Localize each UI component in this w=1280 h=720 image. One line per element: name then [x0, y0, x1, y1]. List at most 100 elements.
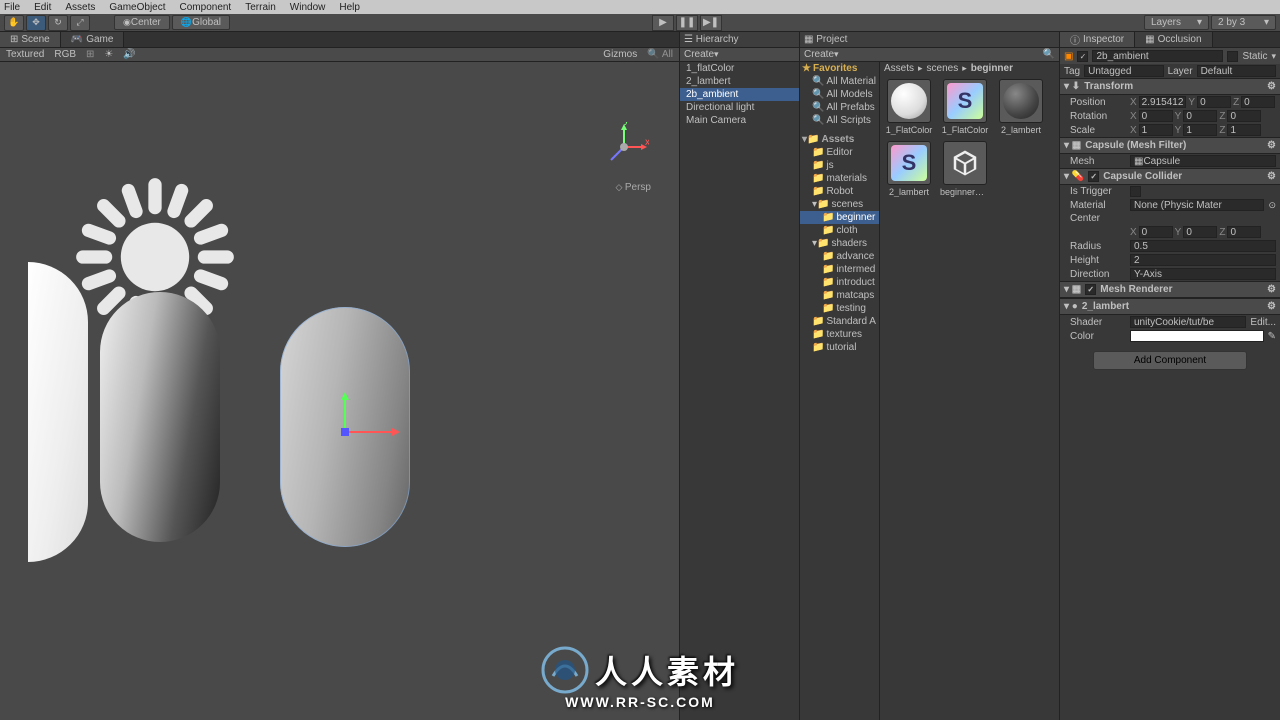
- menu-help[interactable]: Help: [339, 2, 360, 13]
- tool-scale[interactable]: ⤢: [70, 15, 90, 31]
- material-header[interactable]: ▾ ● 2_lambert⚙: [1060, 298, 1280, 315]
- hierarchy-item[interactable]: Directional light: [680, 101, 799, 114]
- height-field[interactable]: 2: [1130, 254, 1276, 266]
- hierarchy-item-selected[interactable]: 2b_ambient: [680, 88, 799, 101]
- direction-dropdown[interactable]: Y-Axis: [1130, 268, 1276, 280]
- menu-gameobject[interactable]: GameObject: [109, 2, 165, 13]
- is-trigger-checkbox[interactable]: [1130, 186, 1141, 197]
- project-create[interactable]: Create: [804, 49, 834, 60]
- pivot-toggle[interactable]: ◉ Center: [114, 15, 170, 30]
- folder-item[interactable]: 📁Standard A: [800, 315, 879, 328]
- tag-dropdown[interactable]: Untagged: [1084, 65, 1163, 77]
- hierarchy-item[interactable]: Main Camera: [680, 114, 799, 127]
- tool-hand[interactable]: ✋: [4, 15, 24, 31]
- tab-occlusion[interactable]: ▦ Occlusion: [1135, 32, 1212, 47]
- renderer-enabled[interactable]: ✓: [1085, 284, 1096, 295]
- folder-item-selected[interactable]: 📁beginner: [800, 211, 879, 224]
- renderer-header[interactable]: ▾ ▦ ✓ Mesh Renderer⚙: [1060, 281, 1280, 298]
- audio-toggle[interactable]: 🔊: [123, 49, 135, 60]
- folder-item[interactable]: 📁testing: [800, 302, 879, 315]
- tool-move[interactable]: ✥: [26, 15, 46, 31]
- menu-edit[interactable]: Edit: [34, 2, 51, 13]
- light-toggle[interactable]: ☀: [104, 49, 113, 60]
- collider-header[interactable]: ▾ 💊 ✓ Capsule Collider⚙: [1060, 168, 1280, 185]
- capsule-object-1[interactable]: [28, 262, 88, 562]
- play-button[interactable]: ▶: [652, 15, 674, 31]
- fav-item[interactable]: 🔍All Models: [800, 88, 879, 101]
- color-swatch[interactable]: [1130, 330, 1264, 342]
- mesh-field[interactable]: ▦ Capsule: [1130, 155, 1276, 167]
- scl-z[interactable]: 1: [1227, 124, 1261, 136]
- render-mode[interactable]: RGB: [54, 49, 76, 60]
- folder-item[interactable]: 📁textures: [800, 328, 879, 341]
- folder-item[interactable]: 📁Editor: [800, 146, 879, 159]
- folder-item[interactable]: 📁intermed: [800, 263, 879, 276]
- gear-icon[interactable]: ⚙: [1267, 81, 1276, 92]
- rot-x[interactable]: 0: [1139, 110, 1173, 122]
- edit-button[interactable]: Edit...: [1250, 317, 1276, 328]
- folder-item[interactable]: 📁advance: [800, 250, 879, 263]
- shader-dropdown[interactable]: unityCookie/tut/be: [1130, 316, 1246, 328]
- folder-item[interactable]: 📁matcaps: [800, 289, 879, 302]
- scene-viewport[interactable]: y x ◇ Persp: [0, 62, 679, 720]
- center-y[interactable]: 0: [1183, 226, 1217, 238]
- radius-field[interactable]: 0.5: [1130, 240, 1276, 252]
- layer-dropdown[interactable]: Default: [1197, 65, 1276, 77]
- capsule-object-2[interactable]: [100, 292, 220, 542]
- tool-rotate[interactable]: ↻: [48, 15, 68, 31]
- folder-item[interactable]: ▾📁scenes: [800, 198, 879, 211]
- menu-window[interactable]: Window: [290, 2, 326, 13]
- folder-item[interactable]: 📁tutorial: [800, 341, 879, 354]
- fav-item[interactable]: 🔍All Material: [800, 75, 879, 88]
- pos-x[interactable]: 2.915412: [1139, 96, 1187, 108]
- favorites-header[interactable]: ★ Favorites: [800, 62, 879, 75]
- add-component-button[interactable]: Add Component: [1093, 351, 1247, 370]
- gear-icon[interactable]: ⚙: [1267, 301, 1276, 312]
- pause-button[interactable]: ❚❚: [676, 15, 698, 31]
- fav-item[interactable]: 🔍All Scripts: [800, 114, 879, 127]
- layout-dropdown[interactable]: 2 by 3▾: [1211, 15, 1276, 30]
- orientation-gizmo[interactable]: y x: [599, 122, 649, 172]
- space-toggle[interactable]: 🌐 Global: [172, 15, 230, 30]
- asset-item[interactable]: S1_FlatColor: [940, 79, 990, 135]
- asset-item[interactable]: beginnerSc...: [940, 141, 990, 197]
- fav-item[interactable]: 🔍All Prefabs: [800, 101, 879, 114]
- mesh-filter-header[interactable]: ▾ ▦ Capsule (Mesh Filter)⚙: [1060, 137, 1280, 154]
- shading-mode[interactable]: Textured: [6, 49, 44, 60]
- eyedropper-icon[interactable]: ✎: [1268, 331, 1276, 342]
- collider-enabled[interactable]: ✓: [1088, 171, 1099, 182]
- physic-material-field[interactable]: None (Physic Mater: [1130, 199, 1264, 211]
- gear-icon[interactable]: ⚙: [1267, 140, 1276, 151]
- center-x[interactable]: 0: [1139, 226, 1173, 238]
- gizmos-dropdown[interactable]: Gizmos: [603, 49, 637, 60]
- menu-component[interactable]: Component: [180, 2, 232, 13]
- hierarchy-item[interactable]: 1_flatColor: [680, 62, 799, 75]
- folder-item[interactable]: 📁cloth: [800, 224, 879, 237]
- menu-assets[interactable]: Assets: [65, 2, 95, 13]
- pos-z[interactable]: 0: [1241, 96, 1275, 108]
- menu-terrain[interactable]: Terrain: [245, 2, 276, 13]
- tab-inspector[interactable]: ⓘ Inspector: [1060, 32, 1135, 47]
- move-gizmo[interactable]: [325, 392, 405, 472]
- transform-header[interactable]: ▾ ⬇ Transform⚙: [1060, 78, 1280, 95]
- folder-item[interactable]: 📁materials: [800, 172, 879, 185]
- asset-item[interactable]: S2_lambert: [884, 141, 934, 197]
- static-checkbox[interactable]: [1227, 51, 1238, 62]
- rot-y[interactable]: 0: [1183, 110, 1217, 122]
- menu-file[interactable]: File: [4, 2, 20, 13]
- gear-icon[interactable]: ⚙: [1267, 171, 1276, 182]
- object-name-field[interactable]: 2b_ambient: [1092, 50, 1223, 62]
- tab-scene[interactable]: ⊞ Scene: [0, 32, 61, 47]
- asset-item[interactable]: 1_FlatColor: [884, 79, 934, 135]
- hierarchy-create[interactable]: Create: [684, 49, 714, 60]
- layers-dropdown[interactable]: Layers▾: [1144, 15, 1209, 30]
- folder-item[interactable]: ▾📁shaders: [800, 237, 879, 250]
- folder-item[interactable]: 📁Robot: [800, 185, 879, 198]
- assets-header[interactable]: ▾📁 Assets: [800, 133, 879, 146]
- rot-z[interactable]: 0: [1227, 110, 1261, 122]
- active-checkbox[interactable]: ✓: [1077, 51, 1088, 62]
- scl-y[interactable]: 1: [1183, 124, 1217, 136]
- tab-game[interactable]: 🎮 Game: [61, 32, 125, 47]
- asset-item[interactable]: 2_lambert: [996, 79, 1046, 135]
- gear-icon[interactable]: ⚙: [1267, 284, 1276, 295]
